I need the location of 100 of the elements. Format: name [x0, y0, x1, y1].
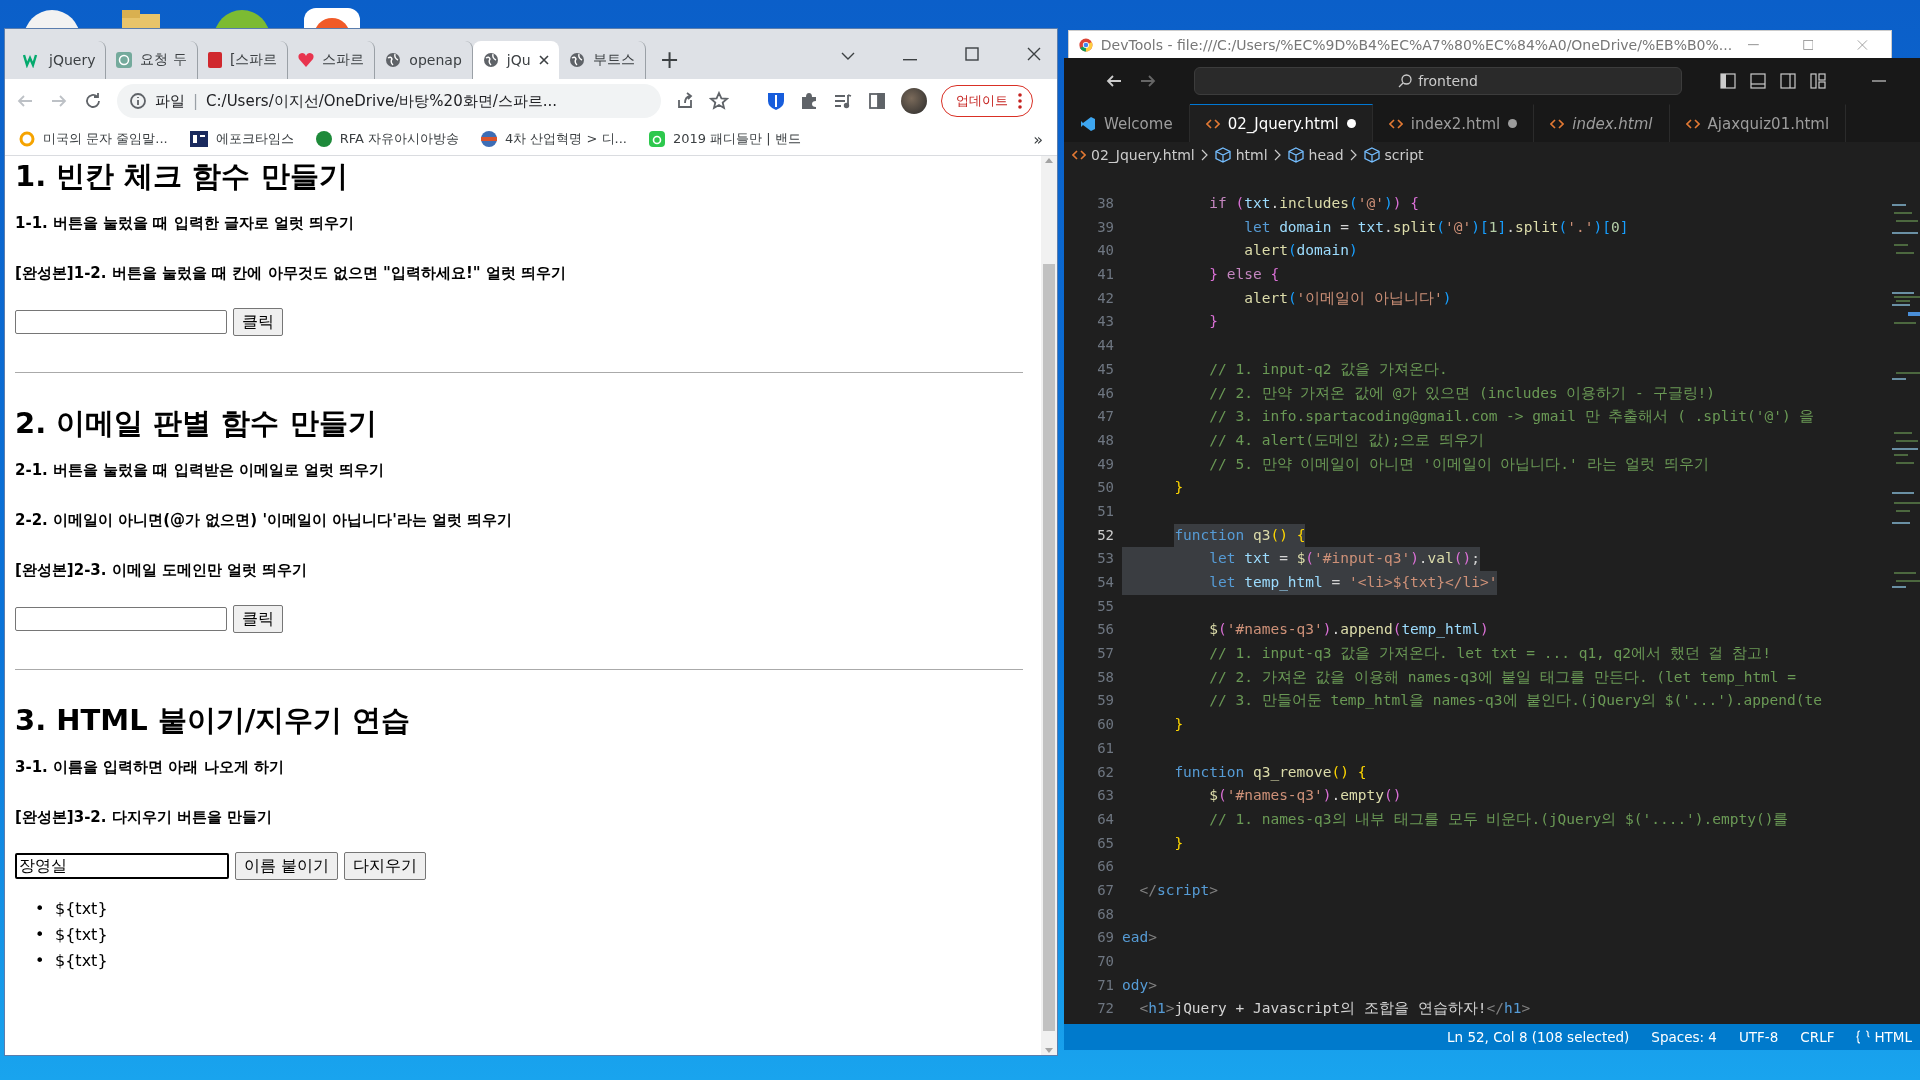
list-item: ${txt} [55, 899, 108, 918]
status-item[interactable]: CRLF [1800, 1029, 1835, 1045]
code-line: } else { [1208, 265, 1281, 285]
update-button[interactable]: 업데이트 [941, 85, 1033, 117]
text-input[interactable]: 장영실 [15, 853, 229, 879]
code-line: $('#names-q3').empty() [1208, 786, 1403, 806]
bullet-text: • [35, 950, 46, 972]
bookmark-link[interactable]: 4차 산업혁명 > 디... [481, 130, 627, 148]
line-number: 47 [1096, 407, 1115, 427]
status-item[interactable]: Spaces: 4 [1651, 1029, 1717, 1045]
line-number: 38 [1096, 194, 1115, 213]
code-line: function q3() { [1122, 523, 1886, 548]
instruction-text: 2-1. 버튼을 눌렀을 때 입력받은 이메일로 얼럿 띄우기 [15, 460, 386, 481]
code-line: } [1208, 312, 1220, 332]
panel-toggle-icon[interactable] [1750, 73, 1766, 89]
line-number: 72 [1096, 999, 1115, 1019]
code-line: } [1173, 833, 1185, 853]
line-number: 62 [1096, 762, 1115, 782]
instruction-text: 3-1. 이름을 입력하면 아래 나오게 하기 [15, 757, 285, 778]
tab-search-icon[interactable] [841, 51, 855, 61]
breadcrumb-item[interactable]: head [1287, 147, 1344, 163]
maximize-icon[interactable] [965, 47, 979, 61]
sidebar-toggle-icon[interactable] [1720, 73, 1736, 89]
playlist-icon[interactable] [833, 91, 853, 111]
ring-icon [19, 131, 35, 147]
editor-tab[interactable]: 02_Jquery.html [1189, 104, 1373, 142]
breadcrumb-item[interactable]: html [1214, 147, 1268, 163]
code-line: // 3. info.spartacoding@gmail.com -> gmail 만 추출해서 ( .split('@') 을 [1208, 407, 1816, 427]
browser-tab[interactable]: jQu [472, 41, 559, 79]
line-number: 42 [1096, 288, 1115, 308]
desktop-app-icon[interactable] [302, 6, 362, 28]
side-panel-icon[interactable] [867, 91, 887, 111]
layout-icon[interactable] [1810, 73, 1826, 89]
text-input[interactable] [15, 310, 227, 334]
split-toggle-icon[interactable] [1780, 73, 1796, 89]
page-button[interactable]: 클릭 [233, 605, 283, 633]
language-mode[interactable]: HTML [1856, 1029, 1912, 1045]
chevron-icon [1200, 149, 1209, 161]
line-number: 41 [1096, 265, 1115, 285]
breadcrumb-item[interactable]: script [1363, 147, 1424, 163]
bookmark-link[interactable]: 에포크타임스 [189, 130, 294, 148]
instruction-text: 2-2. 이메일이 아니면(@가 없으면) '이메일이 아닙니다'라는 얼럿 띄우기 [15, 510, 514, 531]
line-number: 63 [1096, 786, 1115, 806]
line-number: 55 [1096, 596, 1115, 616]
separator-text: | [193, 92, 199, 110]
code-line: let txt = $('#input-q3').val(); [1122, 547, 1886, 571]
status-item[interactable]: Ln 52, Col 8 (108 selected) [1447, 1029, 1630, 1045]
bookmark-link[interactable]: 2019 패디들만 | 밴드 [649, 130, 801, 148]
text-input[interactable] [15, 607, 227, 631]
list-item: ${txt} [55, 951, 108, 970]
share-icon[interactable] [675, 91, 695, 111]
heart-icon [298, 52, 315, 68]
code-line: // 2. 가져온 값을 이용해 names-q3에 붙일 태그를 만든다. (let temp_html = [1208, 667, 1798, 688]
status-item[interactable]: UTF-8 [1738, 1029, 1779, 1045]
page-button[interactable]: 클릭 [233, 308, 283, 336]
line-number: 65 [1096, 833, 1115, 853]
code-line: // 3. 만들어둔 temp_html을 names-q3에 붙인다.(jQuery의 $('...').append(te [1208, 691, 1823, 711]
line-number: 39 [1096, 217, 1115, 237]
code-line: $('#names-q3').append(temp_html) [1208, 620, 1490, 640]
star-icon[interactable] [709, 91, 729, 111]
bookmark-link[interactable]: 미국의 문자 줄임말... [19, 130, 168, 148]
new-tab-button[interactable]: + [645, 41, 694, 79]
line-number: 67 [1096, 880, 1115, 900]
page-button[interactable]: 다지우기 [344, 852, 427, 880]
globe-icon [482, 52, 499, 68]
list-item: ${txt} [55, 925, 108, 944]
bookmarks-overflow-button[interactable]: » [1033, 129, 1043, 149]
et-logo-icon [189, 131, 208, 147]
line-number: 50 [1096, 478, 1115, 498]
minimize-icon[interactable] [1872, 79, 1886, 83]
bullet-text: • [35, 924, 46, 946]
code-line: ody> [1122, 975, 1158, 995]
line-number: 61 [1096, 738, 1115, 758]
braces-icon [1856, 1030, 1871, 1044]
code-line: </script> [1138, 880, 1220, 900]
avatar[interactable] [901, 88, 927, 114]
code-line: alert('이메일이 아닙니다') [1243, 288, 1453, 308]
reload-icon[interactable] [83, 91, 103, 111]
code-brackets-icon [1205, 117, 1220, 130]
close-icon[interactable] [538, 55, 549, 65]
round-logo-icon [315, 131, 332, 147]
line-number: 46 [1096, 383, 1115, 403]
close-icon[interactable] [1027, 47, 1041, 61]
code-line: if (txt.includes('@')) { [1208, 194, 1420, 213]
code-line: alert(domain) [1243, 241, 1359, 261]
bookmark-link[interactable]: RFA 자유아시아방송 [315, 130, 459, 148]
minimize-icon[interactable] [903, 59, 917, 61]
code-line: function q3_remove() { [1173, 762, 1368, 783]
page-button[interactable]: 이름 붙이기 [235, 852, 339, 880]
line-number: 53 [1096, 549, 1115, 569]
code-line: let domain = txt.split('@')[1].split('.')[0] [1243, 217, 1630, 237]
address-bar[interactable]: 파일 | C:/Users/이지선/OneDrive/바탕%20화면/스파르... [117, 84, 661, 118]
command-center-search[interactable]: frontend [1194, 67, 1682, 95]
code-line: // 1. names-q3의 내부 태그를 모두 비운다.(jQuery의 $('....').empty()를 [1208, 809, 1790, 829]
line-number: 66 [1096, 857, 1115, 877]
shield-icon[interactable] [767, 91, 785, 111]
line-number: 44 [1096, 336, 1115, 356]
cube-icon [1287, 147, 1304, 163]
breadcrumb-item[interactable]: 02_Jquery.html [1072, 147, 1195, 163]
puzzle-icon[interactable] [799, 91, 819, 111]
